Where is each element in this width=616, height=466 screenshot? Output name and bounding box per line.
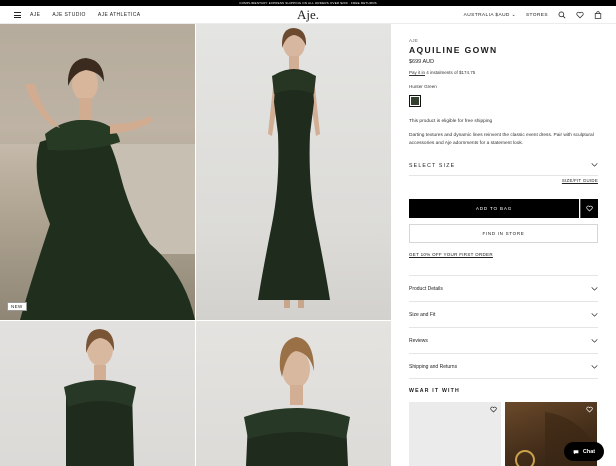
nav-link-aje[interactable]: AJE xyxy=(30,12,40,18)
chevron-down-icon xyxy=(591,339,598,343)
find-in-store-button[interactable]: FIND IN STORE xyxy=(409,224,598,243)
nav-link-aje-studio[interactable]: AJE STUDIO xyxy=(52,12,85,18)
primary-nav: AJE AJE STUDIO AJE ATHLETICA xyxy=(30,6,140,24)
afterpay-info: Pay it in 4 instalments of $174.75 xyxy=(409,70,475,75)
afterpay-text: 4 instalments of $174.75 xyxy=(425,70,476,75)
stores-link[interactable]: STORES xyxy=(526,13,548,18)
size-select-label: SELECT SIZE xyxy=(409,163,456,169)
accordion-label: Reviews xyxy=(409,338,428,344)
menu-icon[interactable] xyxy=(14,12,21,18)
swatch-fill xyxy=(411,97,419,105)
product-image-4[interactable] xyxy=(196,321,391,466)
product-accordion: Product Details Size and Fit Reviews Shi… xyxy=(409,275,598,379)
chevron-down-icon xyxy=(591,313,598,317)
search-icon[interactable] xyxy=(558,11,566,19)
afterpay-link[interactable]: Pay it in xyxy=(409,70,425,75)
new-badge: NEW xyxy=(7,302,27,311)
wear-it-with-heading: WEAR IT WITH xyxy=(409,388,460,394)
colour-swatch-hunter-green[interactable] xyxy=(409,95,421,107)
accordion-label: Shipping and Returns xyxy=(409,364,458,370)
region-selector[interactable]: AUSTRALIA $AUD ⌄ xyxy=(464,13,516,18)
chevron-down-icon xyxy=(591,163,598,167)
related-product-card[interactable] xyxy=(409,402,501,466)
colour-label: Hunter Green xyxy=(409,84,437,89)
accordion-shipping-and-returns[interactable]: Shipping and Returns xyxy=(409,353,598,379)
accordion-label: Product Details xyxy=(409,286,443,292)
heart-icon[interactable] xyxy=(586,406,593,413)
size-select[interactable]: SELECT SIZE xyxy=(409,156,598,176)
site-header: AJE AJE STUDIO AJE ATHLETICA Aje. AUSTRA… xyxy=(0,6,616,24)
heart-icon xyxy=(586,205,593,212)
signup-discount-link[interactable]: GET 10% OFF YOUR FIRST ORDER xyxy=(409,252,493,257)
accordion-label: Size and Fit xyxy=(409,312,436,318)
accordion-product-details[interactable]: Product Details xyxy=(409,275,598,301)
product-brand: AJE xyxy=(409,38,419,43)
chevron-down-icon xyxy=(591,287,598,291)
chat-button[interactable]: Chat xyxy=(564,442,604,461)
accordion-size-and-fit[interactable]: Size and Fit xyxy=(409,301,598,327)
add-to-bag-button[interactable]: ADD TO BAG xyxy=(409,199,579,218)
wishlist-button[interactable] xyxy=(580,199,598,218)
product-gallery: NEW xyxy=(0,24,391,466)
size-guide-link[interactable]: SIZE/FIT GUIDE xyxy=(562,178,598,183)
product-image-3[interactable] xyxy=(0,321,195,466)
region-label: AUSTRALIA $AUD xyxy=(463,12,510,18)
accordion-reviews[interactable]: Reviews xyxy=(409,327,598,353)
product-image-2[interactable] xyxy=(196,24,391,320)
shipping-message: This product is eligible for free shippi… xyxy=(409,119,493,124)
product-image-1[interactable]: NEW xyxy=(0,24,195,320)
utility-nav: AUSTRALIA $AUD ⌄ STORES xyxy=(464,6,602,24)
heart-icon[interactable] xyxy=(576,11,584,19)
chevron-down-icon xyxy=(591,365,598,369)
product-price: $699 AUD xyxy=(409,59,435,65)
chat-icon xyxy=(573,449,579,454)
chat-label: Chat xyxy=(582,448,596,455)
bag-icon[interactable] xyxy=(594,11,602,19)
product-info-panel: AJE AQUILINE GOWN $699 AUD Pay it in 4 i… xyxy=(391,24,616,466)
product-description: Darting textures and dynamic lines reinv… xyxy=(409,133,594,146)
nav-link-aje-athletica[interactable]: AJE ATHLETICA xyxy=(98,12,141,18)
product-title: AQUILINE GOWN xyxy=(409,45,498,55)
heart-icon[interactable] xyxy=(490,406,497,413)
